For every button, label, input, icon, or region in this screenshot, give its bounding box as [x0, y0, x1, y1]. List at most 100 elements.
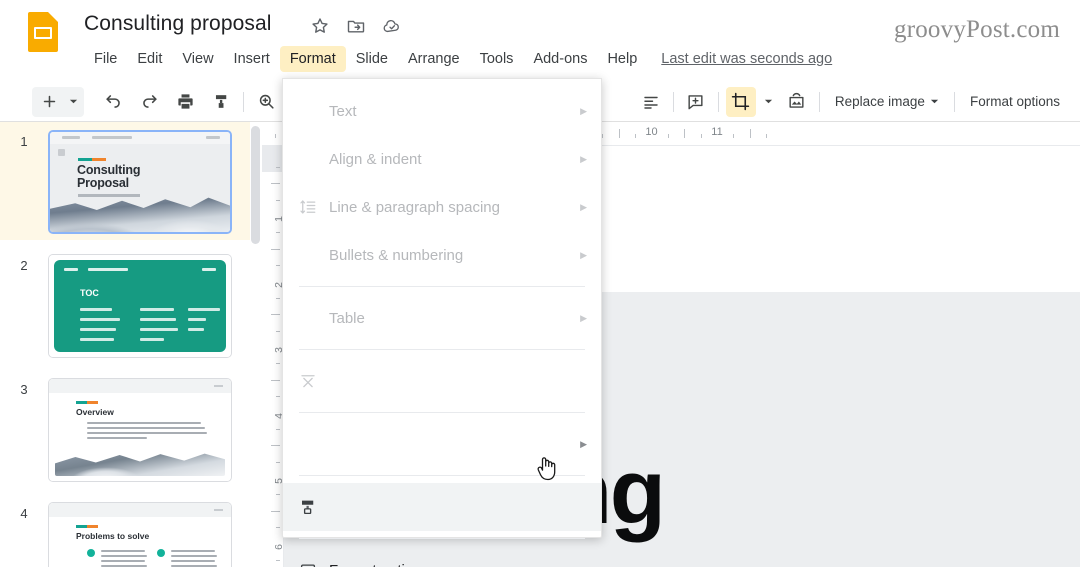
title-bar-icons [310, 16, 402, 36]
ruler-tick [276, 265, 280, 267]
crop-icon[interactable] [725, 86, 756, 117]
menu-item-image[interactable]: Format options ▶ [283, 546, 601, 567]
menu-item-table-label: Table [329, 309, 365, 327]
menu-item-format-options[interactable] [283, 483, 601, 531]
submenu-arrow-icon: ▶ [580, 153, 587, 164]
format-options-toolbar-label: Format options [969, 94, 1060, 109]
menu-item-align-indent[interactable]: Align & indent ▶ [283, 135, 601, 183]
menu-item-borders-lines[interactable]: ▶ [283, 420, 601, 468]
menu-item-image-label: Format options [329, 562, 572, 567]
toolbar-divider-5 [953, 91, 955, 112]
ruler-tick [276, 396, 280, 398]
menu-divider-5 [299, 538, 585, 539]
ruler-tick [271, 379, 280, 381]
submenu-arrow-icon: ▶ [580, 438, 587, 449]
slide-thumb-frame-3: Overview [48, 378, 232, 482]
vertical-ruler[interactable]: 123456 [262, 146, 284, 567]
menu-insert[interactable]: Insert [224, 46, 280, 72]
menu-item-line-paragraph-spacing[interactable]: Line & paragraph spacing ▶ [283, 183, 601, 231]
format-options-button[interactable]: Format options [962, 89, 1068, 114]
ruler-tick [276, 297, 280, 299]
submenu-arrow-icon: ▶ [580, 201, 587, 212]
mask-image-icon[interactable] [782, 87, 812, 117]
menu-item-clear-formatting[interactable] [283, 357, 601, 405]
star-icon[interactable] [310, 16, 330, 36]
replace-image-button[interactable]: Replace image [827, 89, 947, 114]
menu-item-align-indent-label: Align & indent [329, 150, 422, 168]
ruler-tick [700, 134, 702, 138]
ruler-tick [766, 134, 768, 138]
ruler-tick [602, 134, 604, 138]
submenu-arrow-icon: ▶ [580, 105, 587, 116]
thumbnail-slide-4[interactable]: 4 Problems to solve [0, 494, 250, 567]
ruler-tick [276, 330, 280, 332]
ruler-tick [733, 134, 735, 138]
thumbnail-slide-3[interactable]: 3 Overview [0, 370, 250, 488]
text-align-icon[interactable] [636, 87, 666, 117]
thumbnail-slide-2[interactable]: 2 TOC [0, 246, 250, 364]
toolbar-divider-2 [672, 91, 674, 112]
filmstrip-scrollbar[interactable] [250, 122, 262, 567]
filmstrip-scrollbar-thumb[interactable] [251, 126, 260, 244]
ruler-tick [271, 445, 280, 447]
menu-format[interactable]: Format [279, 46, 346, 72]
slide4-title: Problems to solve [76, 531, 150, 541]
cloud-saved-icon[interactable] [382, 16, 402, 36]
ruler-tick [276, 559, 280, 561]
toolbar-divider-4 [818, 91, 820, 112]
slides-logo-icon [28, 12, 58, 52]
menu-file[interactable]: File [84, 46, 127, 72]
slide-thumb-frame-2: TOC [48, 254, 232, 358]
new-slide-group[interactable] [32, 86, 84, 117]
ruler-number: 10 [645, 126, 658, 138]
slide2-title: TOC [80, 288, 99, 298]
ruler-tick [684, 129, 686, 138]
document-title[interactable]: Consulting proposal [84, 12, 272, 36]
menu-view[interactable]: View [172, 46, 223, 72]
ruler-tick [276, 527, 280, 529]
menu-tools[interactable]: Tools [470, 46, 524, 72]
menu-item-bullets-numbering[interactable]: Bullets & numbering ▶ [283, 231, 601, 279]
menu-divider-1 [299, 286, 585, 287]
ruler-tick [635, 134, 637, 138]
slide-number-1: 1 [20, 134, 28, 149]
crop-dropdown-icon[interactable] [760, 87, 778, 117]
new-slide-icon[interactable] [34, 87, 64, 117]
title-bar: Consulting proposal File Edit View Inser… [0, 0, 1080, 82]
undo-icon[interactable] [98, 87, 128, 117]
new-slide-dropdown-icon[interactable] [64, 87, 82, 117]
image-icon [299, 561, 329, 567]
menu-edit[interactable]: Edit [127, 46, 172, 72]
menu-addons[interactable]: Add-ons [523, 46, 597, 72]
last-edit-status[interactable]: Last edit was seconds ago [661, 51, 832, 67]
menu-arrange[interactable]: Arrange [398, 46, 470, 72]
slide-number-2: 2 [20, 258, 28, 273]
paint-format-icon[interactable] [206, 87, 236, 117]
watermark: groovyPost.com [894, 16, 1060, 43]
ruler-tick [276, 363, 280, 365]
ruler-tick [276, 461, 280, 463]
vertical-ruler-margin [262, 146, 283, 172]
menu-slide[interactable]: Slide [346, 46, 398, 72]
slide-number-4: 4 [20, 506, 28, 521]
menu-item-table[interactable]: Table ▶ [283, 294, 601, 342]
thumbnail-slide-1[interactable]: 1 Consulting Proposal [0, 122, 250, 240]
slide-thumb-frame-4: Problems to solve [48, 502, 232, 567]
print-icon[interactable] [170, 87, 200, 117]
move-to-folder-icon[interactable] [346, 16, 366, 36]
format-options-icon [299, 498, 329, 516]
ruler-tick [667, 134, 669, 138]
add-comment-icon[interactable] [681, 87, 711, 117]
ruler-tick [618, 129, 620, 138]
replace-image-caret-icon [930, 99, 939, 104]
redo-icon[interactable] [134, 87, 164, 117]
zoom-icon[interactable] [251, 87, 281, 117]
slide-thumb-frame-1: Consulting Proposal [48, 130, 232, 234]
menu-divider-3 [299, 412, 585, 413]
menu-help[interactable]: Help [597, 46, 647, 72]
replace-image-label: Replace image [834, 94, 925, 109]
menu-divider-4 [299, 475, 585, 476]
format-menu-dropdown[interactable]: Text ▶ Align & indent ▶ Line & paragraph… [282, 78, 602, 567]
menu-item-text[interactable]: Text ▶ [283, 87, 601, 135]
ruler-tick [276, 428, 280, 430]
